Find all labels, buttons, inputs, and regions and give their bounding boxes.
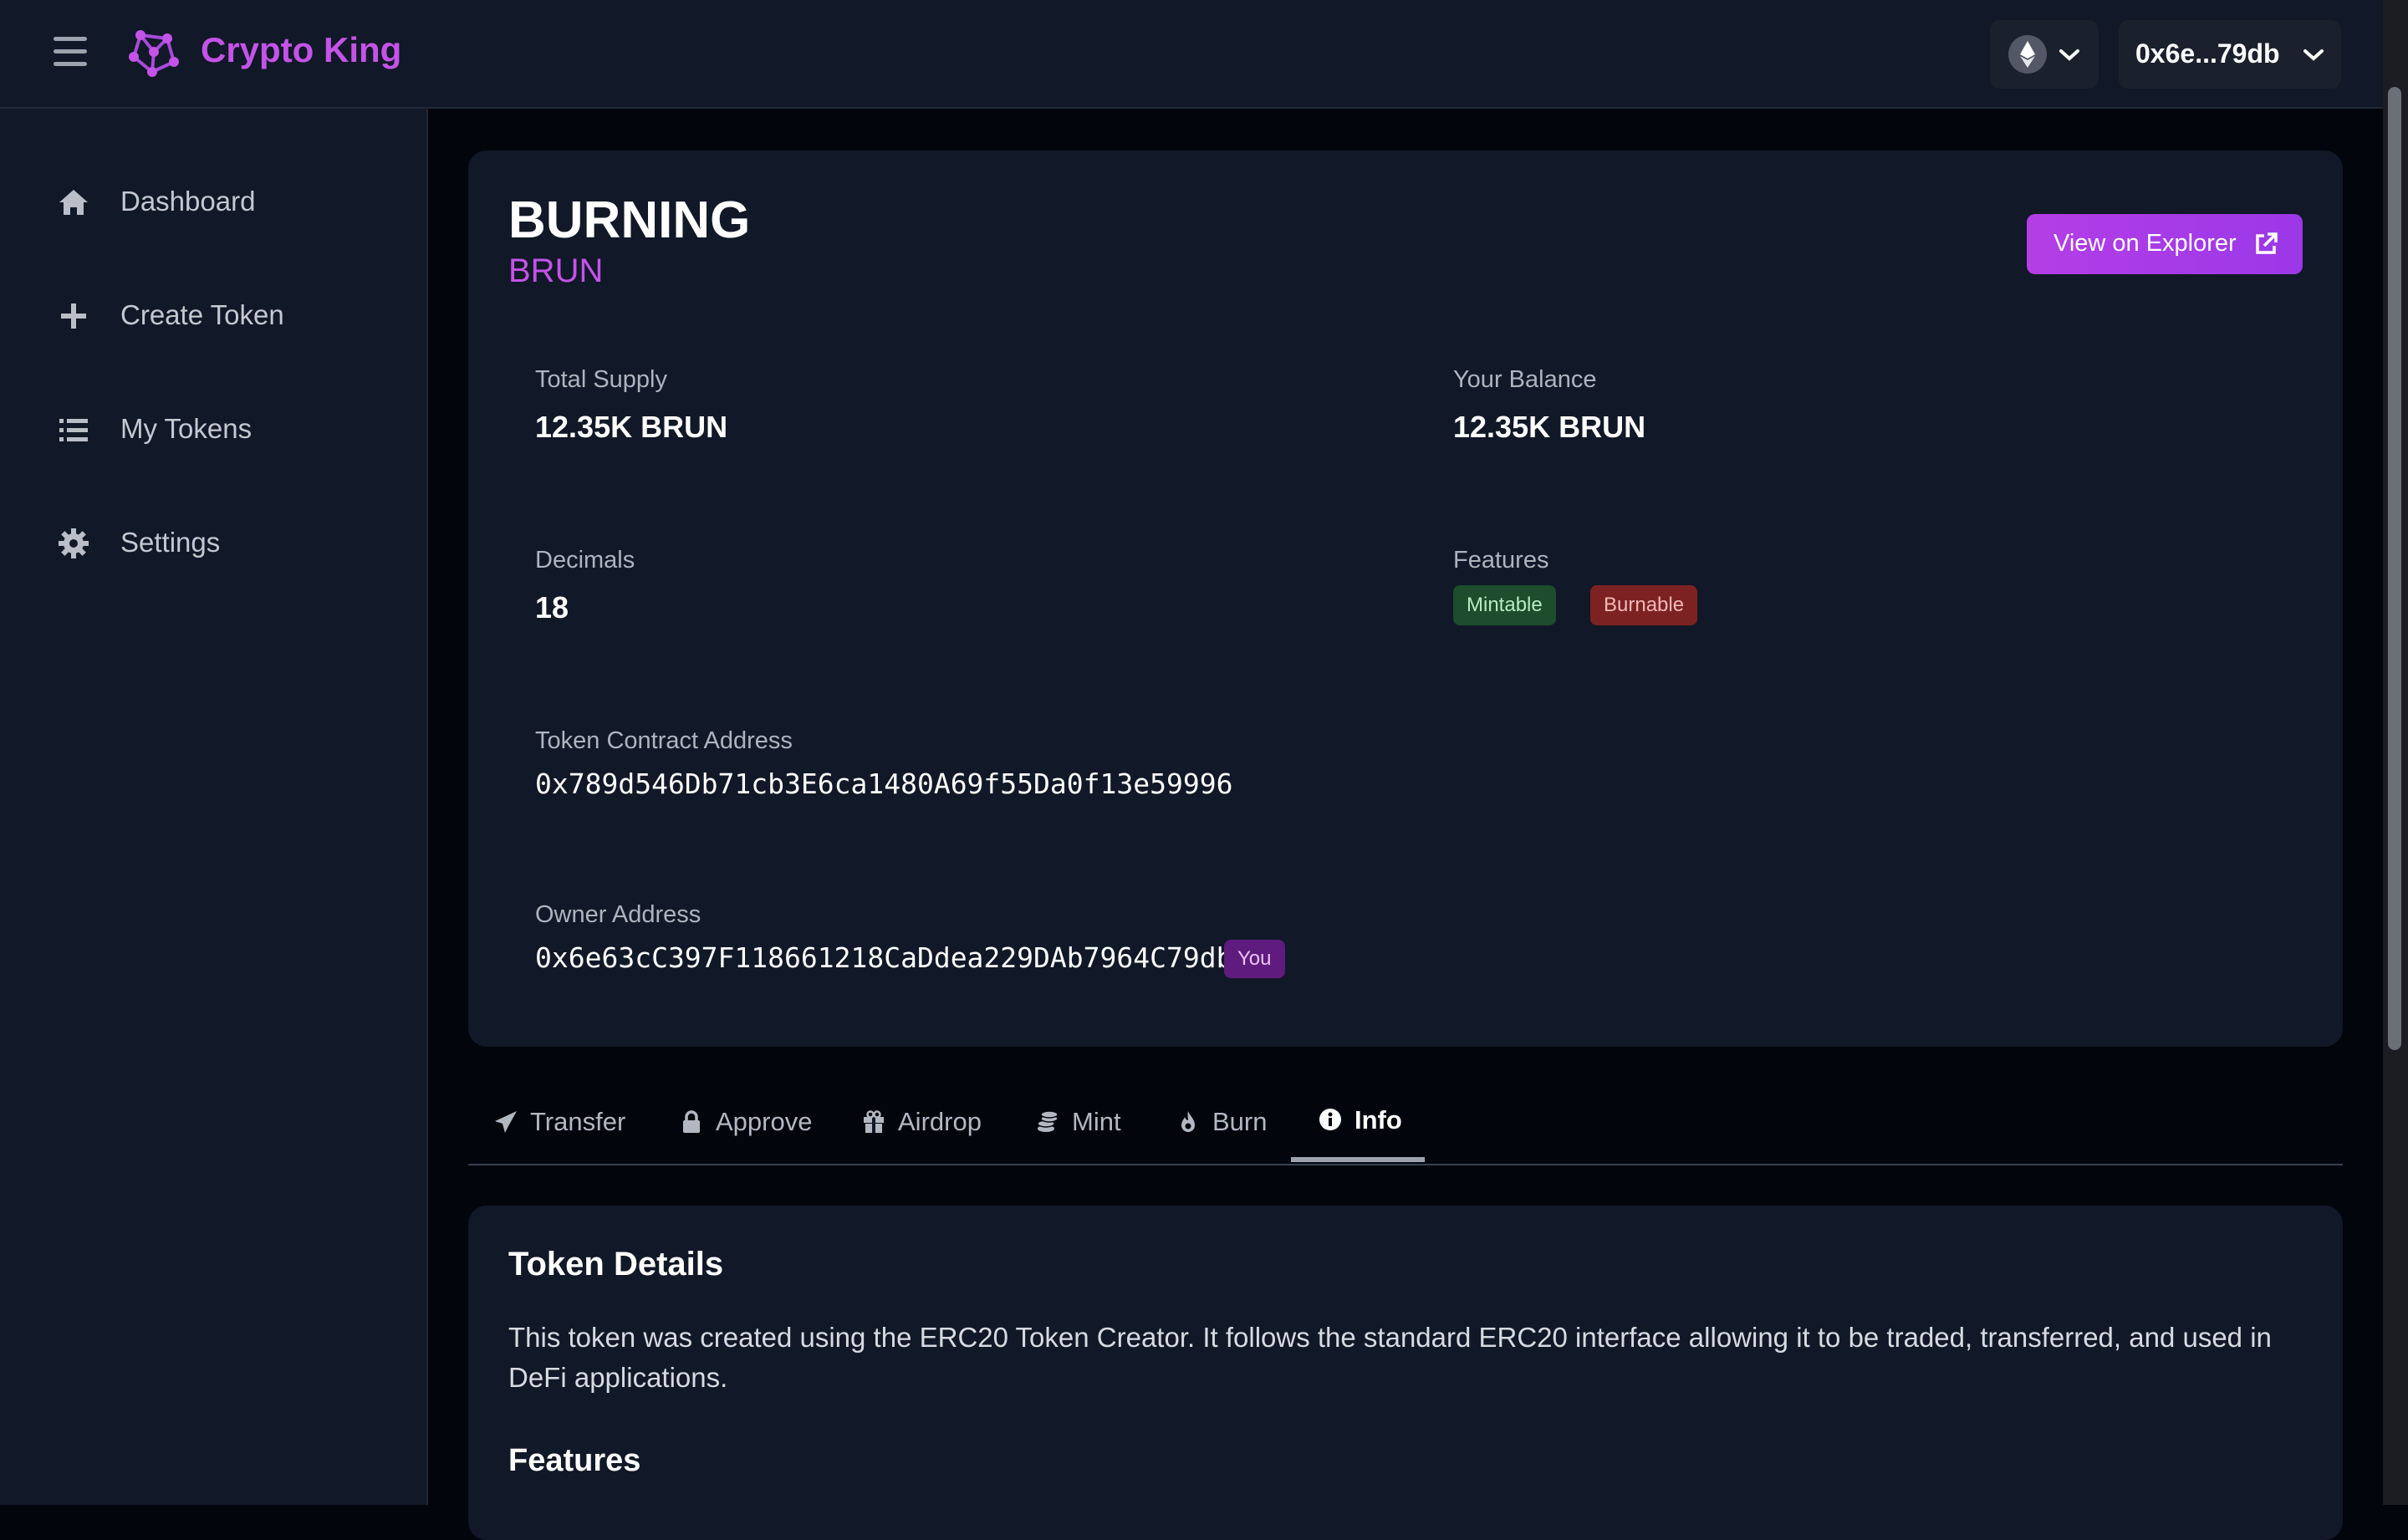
details-title: Token Details xyxy=(508,1246,724,1282)
token-name: BURNING xyxy=(508,191,751,249)
sidebar: Dashboard Create Token My Tokens Setting… xyxy=(0,109,428,1505)
home-icon xyxy=(57,186,90,219)
gift-icon xyxy=(861,1109,886,1135)
tab-label: Burn xyxy=(1212,1107,1268,1136)
lock-icon xyxy=(679,1109,704,1135)
sidebar-item-label: Settings xyxy=(120,527,221,558)
tab-label: Mint xyxy=(1072,1107,1121,1136)
tab-label: Airdrop xyxy=(898,1107,982,1136)
explorer-button-label: View on Explorer xyxy=(2053,230,2237,257)
wallet-address: 0x6e...79db xyxy=(2135,38,2280,69)
tab-label: Info xyxy=(1354,1105,1402,1135)
your-balance-value: 12.35K BRUN xyxy=(1453,410,1646,444)
menu-icon[interactable] xyxy=(54,37,87,67)
fire-icon xyxy=(1176,1109,1201,1135)
chevron-down-icon xyxy=(2057,42,2082,67)
contract-address-value[interactable]: 0x789d546Db71cb3E6ca1480A69f55Da0f13e599… xyxy=(535,767,1232,800)
sidebar-item-create-token[interactable]: Create Token xyxy=(0,274,428,358)
features-heading: Features xyxy=(508,1443,641,1478)
owner-address-value[interactable]: 0x6e63cC397F118661218CaDdea229DAb7964C79… xyxy=(535,941,1232,974)
total-supply-label: Total Supply xyxy=(535,366,667,393)
action-tabs: Transfer Approve Airdrop Mint Burn Info xyxy=(468,1082,2343,1165)
sidebar-item-settings[interactable]: Settings xyxy=(0,502,428,585)
decimals-label: Decimals xyxy=(535,547,635,574)
decimals-value: 18 xyxy=(535,590,569,625)
list-icon xyxy=(57,413,90,446)
mintable-badge: Mintable xyxy=(1453,585,1556,625)
burnable-badge: Burnable xyxy=(1590,585,1698,625)
scrollbar-thumb[interactable] xyxy=(2388,87,2401,1050)
sidebar-item-label: Dashboard xyxy=(120,186,256,217)
tab-label: Approve xyxy=(716,1107,813,1136)
info-icon xyxy=(1318,1107,1343,1132)
total-supply-value: 12.35K BRUN xyxy=(535,410,728,444)
top-bar: Crypto King 0x6e...79db xyxy=(0,0,2383,109)
tab-label: Transfer xyxy=(530,1107,626,1136)
you-badge: You xyxy=(1224,940,1285,978)
token-card: BURNING BRUN View on Explorer Total Supp… xyxy=(468,150,2343,1047)
your-balance-label: Your Balance xyxy=(1453,366,1597,393)
contract-address-label: Token Contract Address xyxy=(535,727,793,754)
sidebar-item-label: My Tokens xyxy=(120,413,253,444)
active-tab-indicator xyxy=(1291,1157,1425,1162)
wallet-button[interactable]: 0x6e...79db xyxy=(2119,20,2341,89)
ethereum-icon xyxy=(2008,35,2047,74)
token-symbol: BRUN xyxy=(508,252,604,289)
network-selector[interactable] xyxy=(1990,20,2099,89)
network-logo xyxy=(127,25,181,79)
details-description: This token was created using the ERC20 T… xyxy=(508,1322,2272,1393)
sidebar-item-label: Create Token xyxy=(120,299,284,330)
gear-icon xyxy=(57,527,90,560)
plus-icon xyxy=(57,299,90,333)
chevron-down-icon xyxy=(2301,42,2326,67)
external-link-icon xyxy=(2252,231,2279,258)
brand-name[interactable]: Crypto King xyxy=(201,30,401,70)
paper-plane-icon xyxy=(493,1109,518,1135)
view-on-explorer-button[interactable]: View on Explorer xyxy=(2027,214,2303,274)
features-label: Features xyxy=(1453,547,1549,574)
sidebar-item-my-tokens[interactable]: My Tokens xyxy=(0,388,428,472)
coins-icon xyxy=(1035,1109,1060,1135)
token-details-card: Token Details This token was created usi… xyxy=(468,1206,2343,1540)
sidebar-item-dashboard[interactable]: Dashboard xyxy=(0,161,428,244)
owner-address-label: Owner Address xyxy=(535,901,701,928)
